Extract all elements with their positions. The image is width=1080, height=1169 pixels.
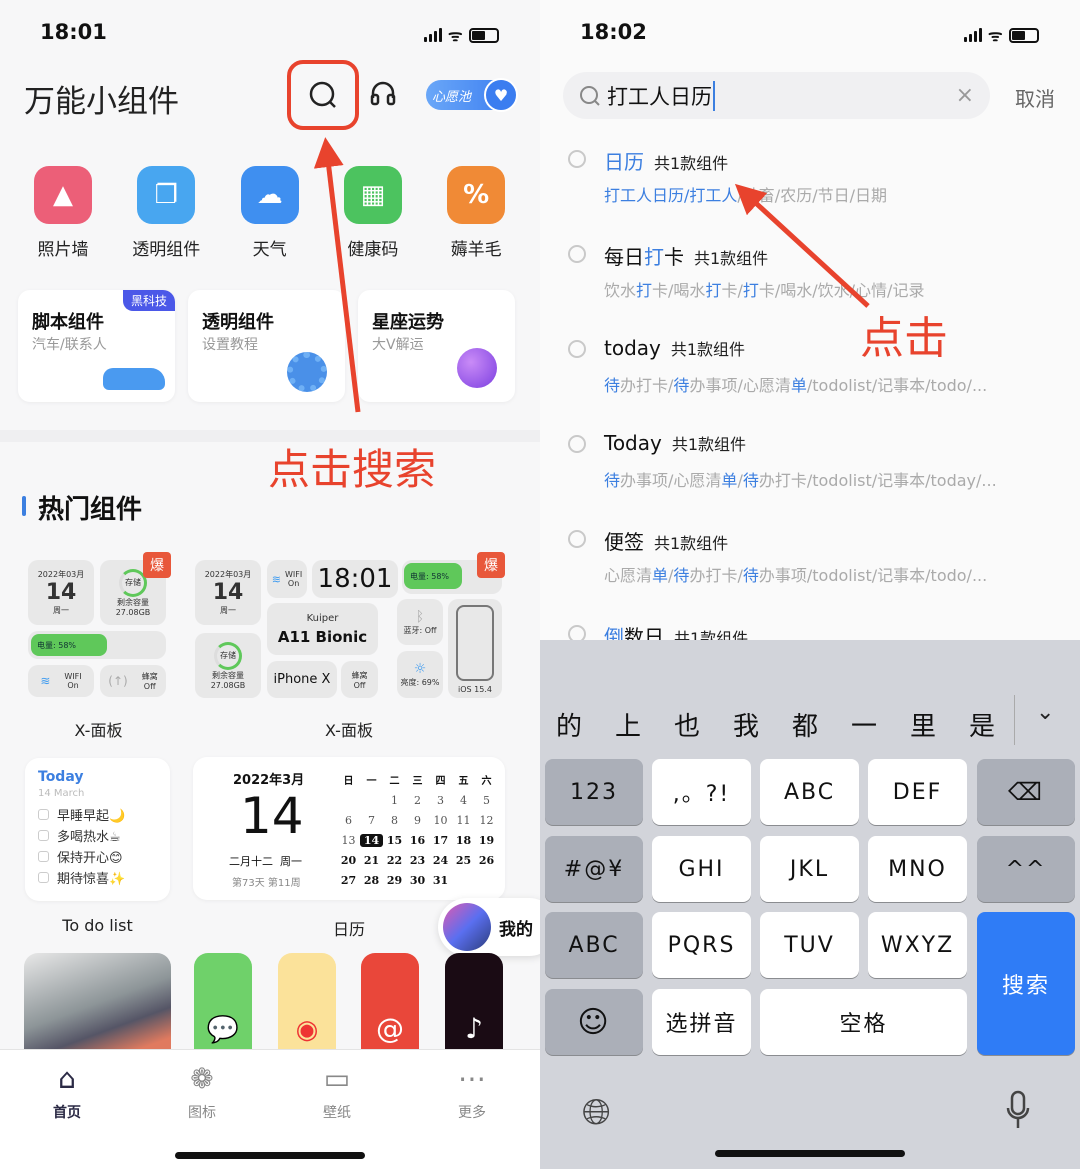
arrow-to-result (734, 183, 870, 308)
arrow-to-search (313, 137, 361, 413)
annotation-arrows (313, 137, 870, 413)
